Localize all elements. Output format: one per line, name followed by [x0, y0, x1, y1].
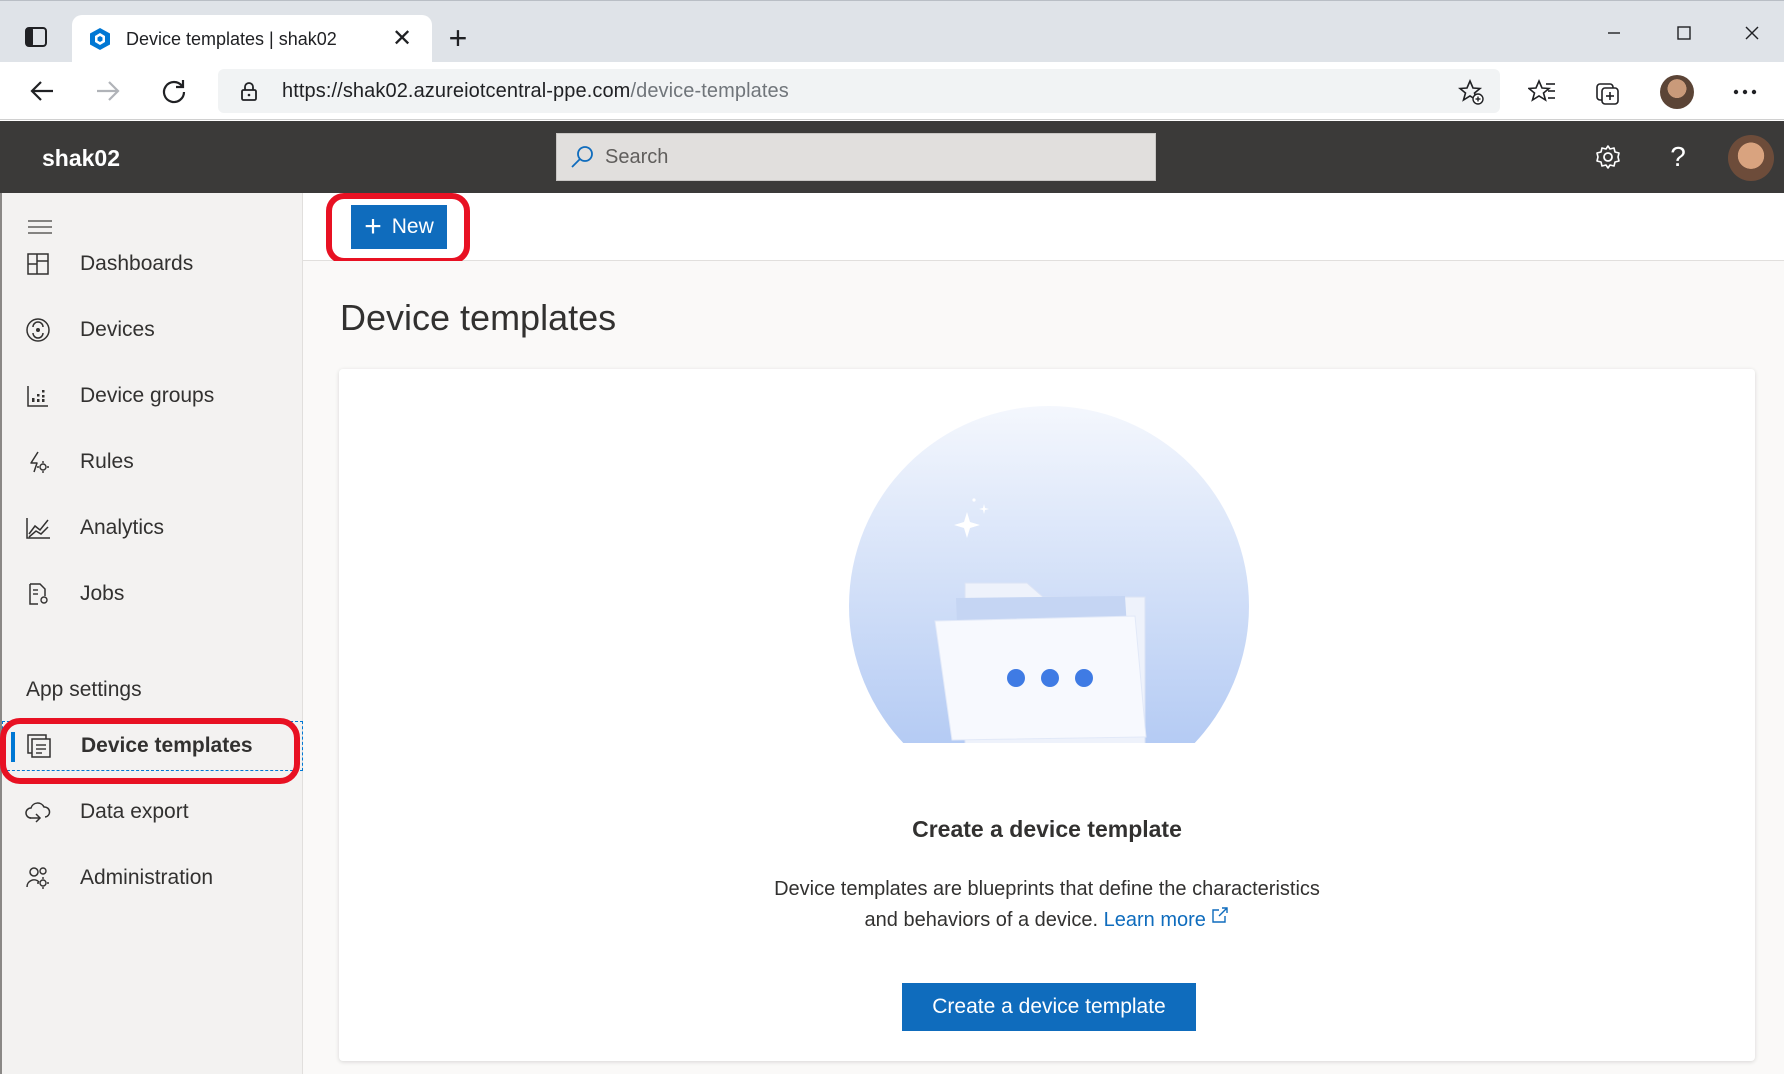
maximize-icon[interactable]	[1654, 17, 1714, 49]
forward-icon[interactable]	[86, 70, 130, 112]
browser-toolbar: https://shak02.azureiotcentral-ppe.com/d…	[0, 62, 1784, 120]
url-path: /device-templates	[630, 79, 789, 102]
sidebar-item-jobs[interactable]: Jobs	[2, 569, 303, 619]
dashboard-icon	[24, 250, 52, 278]
sidebar-item-dashboards[interactable]: Dashboards	[2, 239, 303, 289]
url-text: https://shak02.azureiotcentral-ppe.com/d…	[282, 80, 789, 103]
data-export-icon	[24, 798, 52, 826]
app-header: shak02 ?	[0, 121, 1784, 193]
address-bar[interactable]: https://shak02.azureiotcentral-ppe.com/d…	[218, 69, 1500, 113]
minimize-icon[interactable]	[1584, 17, 1644, 49]
sidebar-item-label: Administration	[80, 866, 214, 889]
browser-tab[interactable]: Device templates | shak02 ✕	[72, 15, 432, 63]
learn-more-link[interactable]: Learn more	[1103, 907, 1230, 931]
url-base: https://shak02.azureiotcentral-ppe.com	[282, 79, 631, 102]
settings-gear-icon[interactable]	[1588, 137, 1628, 177]
empty-state-title: Create a device template	[912, 816, 1182, 842]
more-options-icon[interactable]	[1725, 72, 1765, 112]
lock-icon[interactable]	[238, 80, 260, 102]
sidebar-item-device-groups[interactable]: Device groups	[2, 371, 303, 421]
search-icon	[571, 146, 593, 168]
hamburger-menu-icon[interactable]	[26, 217, 54, 237]
highlight-new-button	[326, 193, 470, 264]
sidebar-item-label: Jobs	[80, 582, 125, 605]
profile-photo	[1660, 75, 1694, 109]
device-groups-icon	[24, 382, 52, 410]
add-favorite-icon[interactable]	[1458, 79, 1484, 105]
user-avatar[interactable]	[1728, 135, 1774, 181]
app-name[interactable]: shak02	[42, 145, 120, 172]
tab-title: Device templates | shak02	[126, 28, 337, 49]
close-window-icon[interactable]	[1722, 17, 1782, 49]
sidebar: Dashboards Devices Device groups Rules A…	[0, 193, 303, 1074]
browser-tabstrip: Device templates | shak02 ✕ +	[0, 0, 1784, 63]
empty-state-description: Device templates are blueprints that def…	[339, 874, 1755, 936]
sidebar-item-label: Devices	[80, 318, 155, 341]
empty-state-desc-line1: Device templates are blueprints that def…	[774, 878, 1320, 900]
app-settings-section-label: App settings	[26, 678, 142, 701]
page-title: Device templates	[340, 297, 617, 338]
administration-icon	[24, 864, 52, 892]
empty-state-desc-line2: and behaviors of a device.	[864, 909, 1099, 931]
highlight-device-templates	[0, 718, 300, 784]
profile-avatar[interactable]	[1657, 72, 1697, 112]
sidebar-item-data-export[interactable]: Data export	[2, 787, 303, 837]
refresh-icon[interactable]	[152, 70, 196, 112]
sidebar-item-administration[interactable]: Administration	[2, 853, 303, 903]
tab-actions-icon[interactable]	[22, 23, 50, 51]
search-box[interactable]	[556, 133, 1156, 181]
empty-state-card: Create a device template Device template…	[339, 369, 1755, 1061]
sidebar-item-label: Rules	[80, 450, 134, 473]
sidebar-item-label: Dashboards	[80, 252, 194, 275]
favorites-icon[interactable]	[1522, 72, 1562, 112]
sidebar-item-label: Device groups	[80, 384, 215, 407]
learn-more-label: Learn more	[1103, 909, 1206, 931]
sidebar-item-label: Analytics	[80, 516, 165, 539]
help-icon[interactable]: ?	[1658, 137, 1698, 177]
back-icon[interactable]	[20, 70, 64, 112]
sidebar-item-analytics[interactable]: Analytics	[2, 503, 303, 553]
empty-state-desc-line2-wrap: and behaviors of a device. Learn more	[339, 905, 1755, 936]
analytics-icon	[24, 514, 52, 542]
devices-icon	[24, 316, 52, 344]
rules-icon	[24, 448, 52, 476]
command-bar: + New	[303, 193, 1784, 261]
sidebar-item-devices[interactable]: Devices	[2, 305, 303, 355]
search-input[interactable]	[605, 145, 1125, 169]
collections-icon[interactable]	[1588, 72, 1628, 112]
external-link-icon	[1212, 907, 1229, 923]
sidebar-item-rules[interactable]: Rules	[2, 437, 303, 487]
sidebar-item-label: Data export	[80, 800, 189, 823]
tab-close-icon[interactable]: ✕	[388, 25, 416, 53]
create-device-template-button[interactable]: Create a device template	[902, 983, 1196, 1031]
iot-central-favicon-icon	[90, 28, 110, 50]
new-tab-icon[interactable]: +	[442, 22, 474, 55]
empty-folder-illustration	[849, 406, 1249, 743]
jobs-icon	[24, 580, 52, 608]
main-content: Device templates Create a device templat…	[303, 261, 1784, 1074]
